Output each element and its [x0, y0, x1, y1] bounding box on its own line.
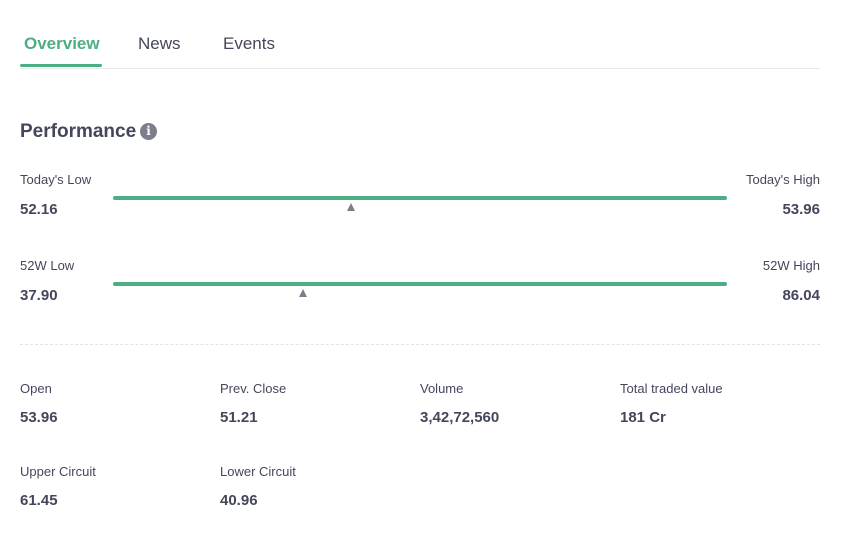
tab-events[interactable]: Events [223, 34, 275, 54]
stat-open: Open 53.96 [20, 381, 210, 427]
stat-value: 40.96 [220, 492, 258, 509]
52w-low-value: 37.90 [20, 287, 58, 304]
stat-volume: Volume 3,42,72,560 [420, 381, 610, 427]
todays-low-value: 52.16 [20, 201, 58, 218]
stat-label: Lower Circuit [220, 464, 296, 479]
tab-news[interactable]: News [138, 34, 181, 54]
stat-upper-circuit: Upper Circuit 61.45 [20, 464, 210, 510]
tab-overview[interactable]: Overview [24, 34, 100, 54]
stat-total-traded-value: Total traded value 181 Cr [620, 381, 810, 427]
stat-label: Total traded value [620, 381, 723, 396]
stat-value: 181 Cr [620, 409, 666, 426]
stat-value: 51.21 [220, 409, 258, 426]
stat-prev-close: Prev. Close 51.21 [220, 381, 410, 427]
section-title: Performance [20, 121, 137, 142]
section-divider [20, 344, 820, 345]
stat-value: 3,42,72,560 [420, 409, 500, 426]
stat-value: 61.45 [20, 492, 58, 509]
todays-high-label: Today's High [745, 172, 820, 187]
52w-low-label: 52W Low [20, 258, 75, 273]
todays-low-label: Today's Low [20, 172, 92, 187]
52w-price-marker-icon [298, 289, 307, 297]
52w-high-label: 52W High [762, 258, 820, 273]
stat-lower-circuit: Lower Circuit 40.96 [220, 464, 410, 510]
todays-range-bar [113, 196, 727, 211]
stat-label: Volume [420, 381, 464, 396]
todays-price-marker-icon [346, 203, 355, 211]
tab-bar: Overview News Events [20, 0, 820, 69]
52w-range-bar [113, 282, 727, 297]
stat-label: Prev. Close [220, 381, 287, 396]
info-icon[interactable]: i [140, 123, 157, 140]
stat-value: 53.96 [20, 409, 58, 426]
stat-label: Open [20, 381, 52, 396]
52w-high-value: 86.04 [782, 287, 820, 304]
stat-label: Upper Circuit [20, 464, 96, 479]
todays-high-value: 53.96 [782, 201, 820, 218]
active-tab-indicator [20, 64, 102, 67]
